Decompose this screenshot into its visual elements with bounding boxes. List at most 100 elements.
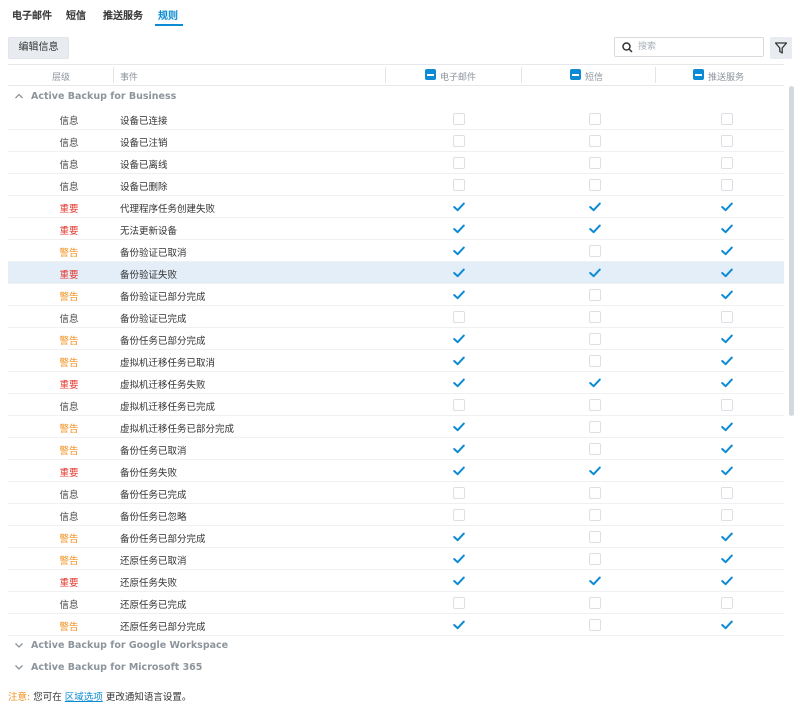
email-checkbox[interactable] [453,509,465,521]
email-checkbox[interactable] [453,619,465,631]
table-row[interactable]: 重要 代理程序任务创建失败 [8,196,784,218]
tab-email[interactable]: 电子邮件 [12,7,52,22]
email-checkbox[interactable] [453,575,465,587]
push-checkbox[interactable] [721,487,733,499]
sms-checkbox[interactable] [589,487,601,499]
sms-checkbox[interactable] [589,311,601,323]
filter-button[interactable] [770,37,792,59]
push-checkbox[interactable] [721,421,733,433]
table-row[interactable]: 信息 备份验证已完成 [8,306,784,328]
table-row[interactable]: 警告 备份验证已部分完成 [8,284,784,306]
table-row[interactable]: 警告 虚拟机迁移任务已取消 [8,350,784,372]
table-row[interactable]: 信息 设备已离线 [8,152,784,174]
push-checkbox[interactable] [721,465,733,477]
sms-checkbox[interactable] [589,113,601,125]
sms-checkbox[interactable] [589,201,601,213]
table-row[interactable]: 信息 备份任务已完成 [8,482,784,504]
push-checkbox[interactable] [721,289,733,301]
email-checkbox[interactable] [453,113,465,125]
tab-sms[interactable]: 短信 [66,7,86,22]
email-checkbox[interactable] [453,531,465,543]
sms-checkbox[interactable] [589,399,601,411]
sms-checkbox[interactable] [589,421,601,433]
email-checkbox[interactable] [453,157,465,169]
email-checkbox[interactable] [453,421,465,433]
sms-checkbox[interactable] [589,575,601,587]
push-checkbox[interactable] [721,619,733,631]
table-row[interactable]: 信息 还原任务已完成 [8,592,784,614]
group-active-backup-microsoft-365[interactable]: Active Backup for Microsoft 365 [8,657,784,679]
email-checkbox[interactable] [453,135,465,147]
push-checkbox[interactable] [721,113,733,125]
sms-checkbox[interactable] [589,135,601,147]
table-row[interactable]: 重要 备份验证失败 [8,262,784,284]
sms-checkbox[interactable] [589,619,601,631]
email-checkbox[interactable] [453,399,465,411]
push-checkbox[interactable] [721,597,733,609]
push-select-all-checkbox[interactable] [693,69,704,80]
table-row[interactable]: 信息 设备已连接 [8,108,784,130]
email-checkbox[interactable] [453,245,465,257]
push-checkbox[interactable] [721,509,733,521]
table-row[interactable]: 重要 还原任务失败 [8,570,784,592]
email-checkbox[interactable] [453,465,465,477]
sms-checkbox[interactable] [589,223,601,235]
email-checkbox[interactable] [453,267,465,279]
email-checkbox[interactable] [453,311,465,323]
edit-message-button[interactable]: 编辑信息 [8,37,69,59]
table-row[interactable]: 警告 备份任务已部分完成 [8,328,784,350]
table-row[interactable]: 警告 备份验证已取消 [8,240,784,262]
sms-checkbox[interactable] [589,289,601,301]
table-row[interactable]: 重要 备份任务失败 [8,460,784,482]
sms-checkbox[interactable] [589,377,601,389]
push-checkbox[interactable] [721,245,733,257]
regional-options-link[interactable]: 区域选项 [65,692,103,703]
sms-checkbox[interactable] [589,355,601,367]
table-row[interactable]: 信息 虚拟机迁移任务已完成 [8,394,784,416]
tab-rules[interactable]: 规则 [158,7,178,22]
email-checkbox[interactable] [453,179,465,191]
sms-checkbox[interactable] [589,509,601,521]
push-checkbox[interactable] [721,267,733,279]
push-checkbox[interactable] [721,157,733,169]
push-checkbox[interactable] [721,135,733,147]
push-checkbox[interactable] [721,399,733,411]
sms-checkbox[interactable] [589,531,601,543]
sms-select-all-checkbox[interactable] [570,69,581,80]
group-active-backup-google-workspace[interactable]: Active Backup for Google Workspace [8,635,784,657]
tab-push-service[interactable]: 推送服务 [103,7,143,22]
sms-checkbox[interactable] [589,465,601,477]
search-input[interactable] [638,40,756,54]
push-checkbox[interactable] [721,355,733,367]
push-checkbox[interactable] [721,311,733,323]
email-checkbox[interactable] [453,597,465,609]
email-checkbox[interactable] [453,487,465,499]
email-checkbox[interactable] [453,333,465,345]
table-row[interactable]: 警告 虚拟机迁移任务已部分完成 [8,416,784,438]
email-checkbox[interactable] [453,377,465,389]
sms-checkbox[interactable] [589,267,601,279]
vertical-scrollbar[interactable] [789,86,794,416]
email-checkbox[interactable] [453,355,465,367]
email-checkbox[interactable] [453,223,465,235]
table-row[interactable]: 警告 还原任务已取消 [8,548,784,570]
table-row[interactable]: 重要 虚拟机迁移任务失败 [8,372,784,394]
sms-checkbox[interactable] [589,245,601,257]
sms-checkbox[interactable] [589,333,601,345]
email-checkbox[interactable] [453,443,465,455]
sms-checkbox[interactable] [589,597,601,609]
push-checkbox[interactable] [721,377,733,389]
push-checkbox[interactable] [721,333,733,345]
email-checkbox[interactable] [453,289,465,301]
sms-checkbox[interactable] [589,553,601,565]
table-row[interactable]: 信息 设备已删除 [8,174,784,196]
email-checkbox[interactable] [453,553,465,565]
push-checkbox[interactable] [721,201,733,213]
push-checkbox[interactable] [721,179,733,191]
push-checkbox[interactable] [721,553,733,565]
push-checkbox[interactable] [721,531,733,543]
sms-checkbox[interactable] [589,157,601,169]
table-row[interactable]: 警告 备份任务已取消 [8,438,784,460]
push-checkbox[interactable] [721,575,733,587]
table-row[interactable]: 信息 设备已注销 [8,130,784,152]
